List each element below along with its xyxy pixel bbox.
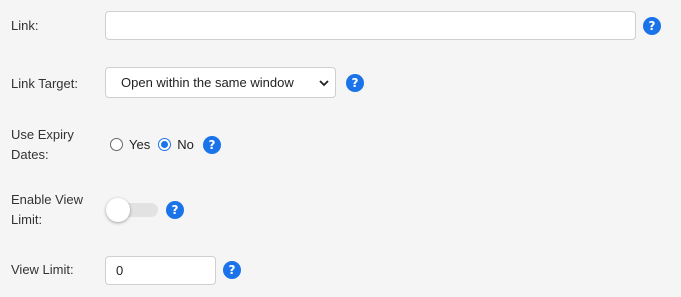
question-circle-icon[interactable]: ? <box>643 17 661 35</box>
expiry-yes-label: Yes <box>129 136 151 152</box>
help-glyph: ? <box>208 138 216 152</box>
view-limit-toggle[interactable] <box>106 198 158 222</box>
link-target-selected-value: Open within the same window <box>121 75 294 90</box>
question-circle-icon[interactable]: ? <box>166 201 184 219</box>
help-glyph: ? <box>648 19 656 33</box>
link-input[interactable] <box>105 11 636 40</box>
expiry-no-label: No <box>177 136 194 152</box>
question-circle-icon[interactable]: ? <box>346 74 364 92</box>
expiry-no-radio[interactable] <box>158 137 172 151</box>
help-glyph: ? <box>228 263 236 277</box>
help-glyph: ? <box>351 76 359 90</box>
view-limit-toggle-label: Enable View Limit: <box>11 192 84 227</box>
question-circle-icon[interactable]: ? <box>223 261 241 279</box>
expiry-radio-group: Yes No <box>110 135 202 153</box>
expiry-label: Use Expiry Dates: <box>11 127 74 162</box>
chevron-down-icon <box>319 80 329 87</box>
link-target-label: Link Target: <box>11 76 78 91</box>
link-target-select[interactable]: Open within the same window <box>105 67 336 98</box>
link-settings-form: Link: ? Link Target: Open within the sam… <box>0 0 681 297</box>
view-limit-label: View Limit: <box>11 262 74 277</box>
expiry-yes-radio[interactable] <box>110 137 123 151</box>
link-label: Link: <box>11 18 39 33</box>
view-limit-input[interactable] <box>105 256 216 285</box>
toggle-knob <box>106 198 130 222</box>
help-glyph: ? <box>171 203 179 217</box>
question-circle-icon[interactable]: ? <box>203 136 221 154</box>
